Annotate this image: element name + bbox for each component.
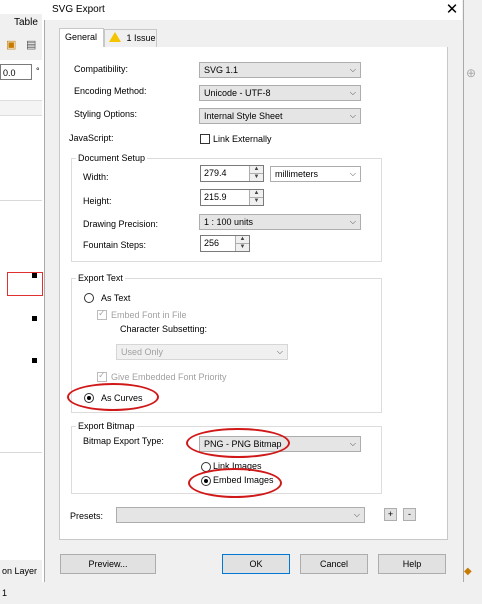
as-curves-label: As Curves (101, 393, 143, 403)
remove-preset-button[interactable]: - (403, 508, 416, 521)
clipboard-icon[interactable]: ▤ (26, 38, 36, 51)
bitmap-type-select[interactable]: PNG - PNG Bitmap ⌵ (199, 436, 361, 452)
compatibility-value: SVG 1.1 (204, 65, 239, 75)
selection-handle-icon[interactable] (32, 273, 37, 278)
chevron-down-icon: ⌵ (353, 510, 360, 519)
bg-canvas-line (0, 452, 42, 453)
tab-issues-label: 1 Issue (126, 33, 156, 43)
presets-select[interactable]: ⌵ (116, 507, 365, 523)
tab-general[interactable]: General (59, 28, 104, 48)
chevron-down-icon: ⌵ (349, 439, 356, 448)
compatibility-select[interactable]: SVG 1.1 ⌵ (199, 62, 361, 78)
bg-selected-shape[interactable] (7, 272, 43, 296)
bg-ruler (0, 100, 42, 116)
bg-value-field[interactable]: 0.0 (0, 64, 32, 80)
precision-value: 1 : 100 units (204, 217, 254, 227)
chevron-down-icon: ⌵ (349, 169, 356, 178)
width-value: 279.4 (204, 168, 227, 178)
as-curves-radio[interactable] (84, 393, 94, 403)
dialog-titlebar (44, 0, 462, 20)
chevron-down-icon: ⌵ (349, 217, 356, 226)
styling-select[interactable]: Internal Style Sheet ⌵ (199, 108, 361, 124)
bitmap-type-value: PNG - PNG Bitmap (204, 439, 282, 449)
stepper-arrows-icon[interactable]: ▲ ▼ (249, 166, 263, 181)
fountain-stepper[interactable]: 256 ▲ ▼ (200, 235, 250, 252)
subsetting-select[interactable]: Used Only ⌵ (116, 344, 288, 360)
stepper-arrows-icon[interactable]: ▲ ▼ (249, 190, 263, 205)
link-externally-checkbox[interactable] (200, 134, 210, 144)
stepper-arrows-icon[interactable]: ▲ ▼ (235, 236, 249, 251)
warning-icon (109, 32, 121, 42)
chevron-down-icon: ⌵ (349, 88, 356, 97)
precision-select[interactable]: 1 : 100 units ⌵ (199, 214, 361, 230)
link-images-radio[interactable] (201, 462, 211, 472)
tab-issues[interactable]: 1 Issue (104, 29, 157, 47)
dialog-title: SVG Export (52, 4, 105, 15)
as-text-radio[interactable] (84, 293, 94, 303)
embed-font-checkbox[interactable] (97, 308, 107, 320)
bg-status-bar: on Layer 1 (0, 560, 42, 598)
height-stepper[interactable]: 215.9 ▲ ▼ (200, 189, 264, 206)
height-value: 215.9 (204, 192, 227, 202)
precision-label: Drawing Precision: (83, 219, 159, 229)
export-bitmap-title: Export Bitmap (76, 421, 137, 431)
embed-font-label: Embed Font in File (111, 310, 187, 320)
units-value: millimeters (275, 169, 319, 179)
tab-general-label: General (65, 32, 98, 42)
height-label: Height: (83, 196, 112, 206)
document-setup-title: Document Setup (76, 153, 148, 163)
bg-right-panel: ⊕ ◆ (462, 0, 482, 582)
bg-toolbar: ▣ ▤ (0, 32, 42, 60)
width-label: Width: (83, 172, 109, 182)
units-select[interactable]: millimeters ⌵ (270, 166, 361, 182)
char-subsetting-label: Character Subsetting: (120, 324, 208, 334)
selection-handle-icon[interactable] (32, 316, 37, 321)
preview-button[interactable]: Preview... (60, 554, 156, 574)
javascript-label: JavaScript: (69, 133, 114, 143)
fountain-value: 256 (204, 238, 220, 248)
embed-images-radio[interactable] (201, 476, 211, 486)
encoding-value: Unicode - UTF-8 (204, 88, 271, 98)
selection-handle-icon[interactable] (32, 358, 37, 363)
chevron-down-icon: ⌵ (349, 65, 356, 74)
compatibility-label: Compatibility: (74, 64, 129, 74)
tool-icon[interactable]: ◆ (464, 566, 472, 577)
presets-label: Presets: (70, 511, 104, 521)
link-images-label: Link Images (213, 461, 262, 471)
as-text-label: As Text (101, 293, 131, 303)
font-priority-label: Give Embedded Font Priority (111, 372, 227, 382)
fountain-label: Fountain Steps: (83, 240, 147, 250)
embed-images-label: Embed Images (213, 475, 274, 485)
styling-label: Styling Options: (74, 109, 138, 119)
help-button[interactable]: Help (378, 554, 446, 574)
styling-value: Internal Style Sheet (204, 111, 283, 121)
link-externally-label: Link Externally (213, 134, 272, 144)
bg-menu-table[interactable]: Table (14, 17, 38, 28)
cancel-button[interactable]: Cancel (300, 554, 368, 574)
export-text-title: Export Text (76, 273, 125, 283)
subsetting-value: Used Only (121, 347, 164, 357)
encoding-label: Encoding Method: (74, 86, 147, 96)
add-page-icon[interactable]: ⊕ (466, 66, 476, 80)
close-icon[interactable]: ✕ (444, 0, 460, 18)
bg-page-border (0, 200, 42, 201)
add-preset-button[interactable]: + (384, 508, 397, 521)
chevron-down-icon: ⌵ (276, 347, 283, 356)
width-stepper[interactable]: 279.4 ▲ ▼ (200, 165, 264, 182)
bitmap-type-label: Bitmap Export Type: (83, 436, 164, 446)
paste-icon[interactable]: ▣ (6, 38, 16, 51)
ok-button[interactable]: OK (222, 554, 290, 574)
chevron-down-icon: ⌵ (349, 111, 356, 120)
degree-icon: ° (36, 66, 40, 76)
font-priority-checkbox[interactable] (97, 370, 107, 382)
encoding-select[interactable]: Unicode - UTF-8 ⌵ (199, 85, 361, 101)
